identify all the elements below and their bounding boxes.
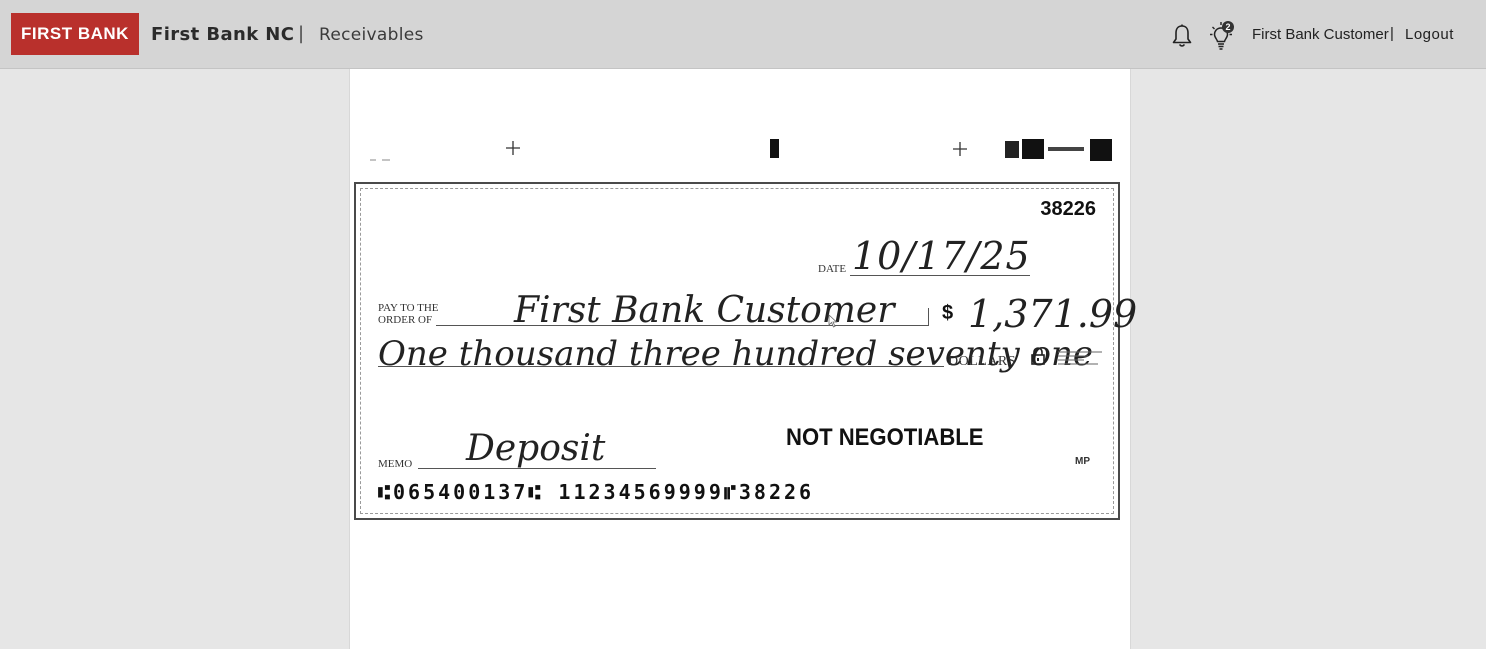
- pay-to-label-line2: ORDER OF: [378, 314, 433, 326]
- tips-count-badge: 2: [1222, 21, 1234, 33]
- memo-label: MEMO: [378, 458, 413, 470]
- dollar-sign: $: [942, 302, 954, 324]
- user-separator: |: [1390, 25, 1394, 42]
- app-header: FIRST BANK First Bank NC | Receivables 2…: [0, 0, 1486, 69]
- user-name[interactable]: First Bank Customer: [1252, 26, 1389, 43]
- micr-line: ⑆065400137⑆ 11234569999⑈38226: [378, 480, 815, 504]
- first-bank-logo[interactable]: FIRST BANK: [11, 13, 139, 55]
- mouse-pointer-icon: [828, 314, 838, 328]
- pay-to-label-line1: PAY TO THE: [378, 302, 439, 314]
- logout-link[interactable]: Logout: [1405, 26, 1454, 43]
- not-negotiable-stamp: NOT NEGOTIABLE: [786, 424, 984, 451]
- check-number: 38226: [1040, 198, 1096, 220]
- bell-icon[interactable]: [1170, 23, 1194, 49]
- lock-icon: [1031, 347, 1045, 365]
- check-amount: 1,371.99: [968, 292, 1138, 336]
- check-image: 38226 DATE 10/17/25 PAY TO THE ORDER OF …: [354, 182, 1137, 520]
- check-date: 10/17/25: [852, 234, 1031, 278]
- date-label: DATE: [818, 263, 847, 275]
- memo-text: Deposit: [466, 428, 606, 469]
- security-features-note: [1058, 351, 1102, 365]
- pay-to-line-end: [928, 308, 929, 326]
- brand-name: First Bank NC: [151, 24, 295, 45]
- check-image-viewer: 38226 DATE 10/17/25 PAY TO THE ORDER OF …: [349, 69, 1137, 649]
- module-name: Receivables: [319, 25, 424, 45]
- amount-words-line: [378, 366, 944, 367]
- brand-separator: |: [298, 23, 305, 44]
- scan-registration-marks: [370, 139, 1112, 161]
- dollars-label: DOLLARS: [948, 354, 1017, 369]
- pay-to-label: PAY TO THE ORDER OF: [378, 302, 439, 326]
- mp-mark: MP: [1075, 456, 1090, 467]
